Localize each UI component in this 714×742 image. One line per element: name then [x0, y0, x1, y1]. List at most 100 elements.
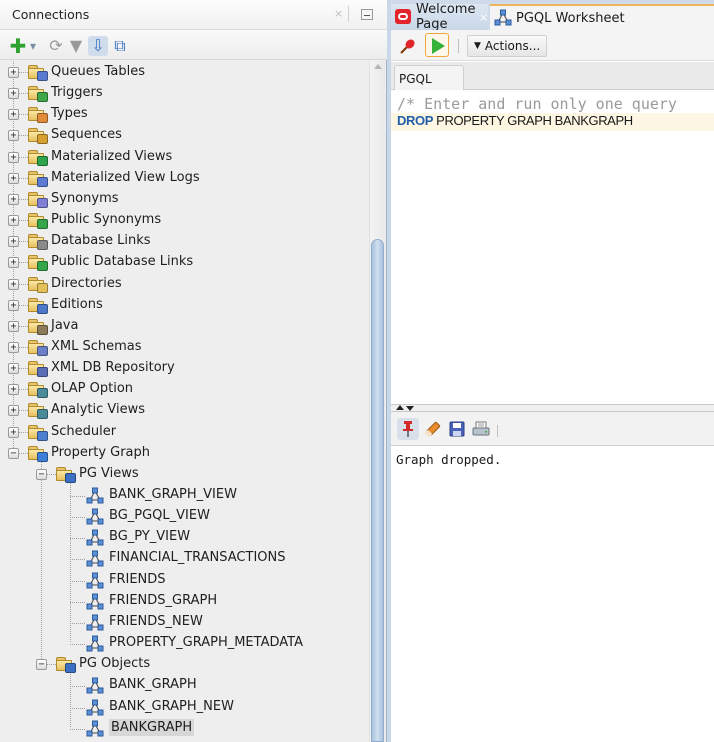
tree-item[interactable]: + Directories: [0, 274, 368, 295]
tree-item[interactable]: − PG Views: [0, 464, 368, 485]
expand-icon[interactable]: +: [8, 215, 19, 227]
tree-item[interactable]: + Materialized View Logs: [0, 168, 368, 189]
tree-item[interactable]: PROPERTY_GRAPH_METADATA: [0, 633, 368, 654]
tree-scrollbar[interactable]: [369, 61, 385, 742]
tree-item[interactable]: + XML Schemas: [0, 337, 368, 358]
tree-connector: [19, 262, 28, 264]
expand-icon[interactable]: +: [8, 299, 19, 311]
worksheet-toolbar: ▼ Actions...: [391, 30, 714, 61]
tree-item[interactable]: + Sequences: [0, 125, 368, 146]
scroll-up-arrow-icon[interactable]: [374, 64, 382, 69]
pin-icon[interactable]: [397, 418, 419, 440]
tab-welcome-page[interactable]: Welcome Page ×: [391, 2, 488, 32]
connections-tree: + Queues Tables + Triggers + Types + Sequences +…: [0, 61, 368, 742]
output-toolbar: [391, 412, 714, 446]
pin-icon[interactable]: [399, 37, 417, 55]
expand-icon[interactable]: +: [8, 151, 19, 163]
tree-item-label: FRIENDS_NEW: [109, 613, 203, 629]
pg-views-folder-icon: [56, 466, 76, 483]
expand-icon[interactable]: +: [8, 109, 19, 121]
tree-item[interactable]: + Triggers: [0, 83, 368, 104]
tree-item-label: Materialized View Logs: [51, 169, 200, 185]
tree-item[interactable]: BANK_GRAPH: [0, 675, 368, 696]
tree-item-label: XML DB Repository: [51, 360, 175, 376]
expand-up-icon[interactable]: [396, 405, 404, 410]
graph-icon: [86, 593, 104, 610]
tree-item[interactable]: FRIENDS: [0, 570, 368, 591]
tree-item[interactable]: + Materialized Views: [0, 147, 368, 168]
types-folder-icon: [28, 106, 48, 124]
plus-icon[interactable]: ✚: [8, 36, 28, 56]
tree-item[interactable]: + Java: [0, 316, 368, 337]
tree-item[interactable]: + Scheduler: [0, 422, 368, 443]
tree-item[interactable]: BG_PGQL_VIEW: [0, 506, 368, 527]
expand-icon[interactable]: +: [8, 384, 19, 396]
tree-item-label: FRIENDS_GRAPH: [109, 592, 218, 608]
expand-icon[interactable]: +: [8, 278, 19, 290]
schema-browser-icon[interactable]: ⇩: [88, 36, 108, 56]
tree-item[interactable]: + Synonyms: [0, 189, 368, 210]
actions-menu-button[interactable]: ▼ Actions...: [467, 35, 548, 57]
collapse-icon[interactable]: −: [36, 659, 47, 671]
chevron-down-icon[interactable]: ▾: [27, 36, 39, 56]
tree-item[interactable]: + Analytic Views: [0, 400, 368, 421]
expand-icon[interactable]: +: [8, 67, 19, 78]
collapse-icon[interactable]: −: [8, 447, 19, 459]
tree-item[interactable]: − Property Graph: [0, 443, 368, 464]
tree-item[interactable]: + Public Synonyms: [0, 210, 368, 231]
expand-icon[interactable]: +: [8, 236, 19, 248]
connections-title: Connections: [12, 7, 90, 22]
pgql-editor[interactable]: /* Enter and run only one query DROP PRO…: [391, 91, 714, 404]
eraser-icon[interactable]: [422, 418, 444, 440]
subtab-pgql[interactable]: PGQL: [394, 65, 464, 90]
tree-item[interactable]: + Queues Tables: [0, 62, 368, 83]
filter-icon[interactable]: ▼: [66, 36, 86, 56]
tree-item[interactable]: BANK_GRAPH_VIEW: [0, 485, 368, 506]
tab-close-icon[interactable]: ×: [479, 11, 488, 24]
close-icon[interactable]: ×: [334, 7, 343, 20]
tree-item[interactable]: − PG Objects: [0, 654, 368, 675]
public-database-links-folder-icon: [28, 254, 48, 272]
tree-item[interactable]: + XML DB Repository: [0, 358, 368, 379]
run-statement-button[interactable]: [425, 33, 449, 57]
collapse-all-icon[interactable]: ⧉: [110, 36, 130, 56]
tree-connector: [47, 664, 56, 666]
expand-icon[interactable]: +: [8, 130, 19, 142]
tree-item[interactable]: FINANCIAL_TRANSACTIONS: [0, 548, 368, 569]
tree-connector: [70, 707, 85, 709]
expand-down-icon[interactable]: [406, 406, 414, 411]
tree-item[interactable]: + Types: [0, 104, 368, 125]
editor-output-splitter[interactable]: [391, 404, 714, 412]
expand-icon[interactable]: +: [8, 405, 19, 417]
tab-pgql-worksheet[interactable]: PGQL Worksheet: [490, 4, 714, 30]
tree-item[interactable]: + Database Links: [0, 231, 368, 252]
expand-icon[interactable]: +: [8, 172, 19, 184]
tree-item[interactable]: FRIENDS_GRAPH: [0, 591, 368, 612]
print-icon[interactable]: [470, 418, 492, 440]
tree-item[interactable]: FRIENDS_NEW: [0, 612, 368, 633]
tree-item[interactable]: BG_PY_VIEW: [0, 527, 368, 548]
connections-toolbar: ✚ ▾ ⟳ ▼ ⇩ ⧉: [0, 30, 387, 60]
minimize-icon[interactable]: [361, 9, 373, 20]
tree-item[interactable]: + OLAP Option: [0, 379, 368, 400]
expand-icon[interactable]: +: [8, 88, 19, 100]
expand-icon[interactable]: +: [8, 320, 19, 332]
tree-item[interactable]: + Public Database Links: [0, 252, 368, 273]
tree-connector: [19, 410, 28, 412]
scroll-thumb[interactable]: [371, 239, 384, 742]
tree-connector: [19, 452, 28, 454]
expand-icon[interactable]: +: [8, 257, 19, 269]
refresh-icon[interactable]: ⟳: [46, 36, 66, 56]
tree-item-label: BANK_GRAPH_NEW: [109, 698, 234, 714]
tree-item[interactable]: + Editions: [0, 295, 368, 316]
public-synonyms-folder-icon: [28, 212, 48, 230]
tree-item[interactable]: BANK_GRAPH_NEW: [0, 697, 368, 718]
expand-icon[interactable]: +: [8, 363, 19, 375]
tree-item[interactable]: BANKGRAPH: [0, 718, 368, 739]
collapse-icon[interactable]: −: [36, 468, 47, 480]
expand-icon[interactable]: +: [8, 426, 19, 438]
tree-item-label: Types: [51, 106, 88, 122]
expand-icon[interactable]: +: [8, 341, 19, 353]
expand-icon[interactable]: +: [8, 193, 19, 205]
save-icon[interactable]: [446, 418, 468, 440]
